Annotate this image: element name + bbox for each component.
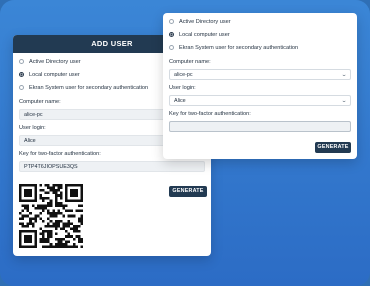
secondary-dialog: Active Directory user Local computer use… <box>163 13 357 159</box>
key-value: PTP4T6JIOPSUE3QS <box>24 163 78 170</box>
chevron-down-icon[interactable]: ⌄ <box>341 72 347 78</box>
computer-name-value: alice-pc <box>174 71 193 78</box>
generate-button[interactable]: GENERATE <box>169 186 207 197</box>
option-label: Ekran System user for secondary authenti… <box>179 44 299 51</box>
key-field[interactable]: PTP4T6JIOPSUE3QS <box>19 161 205 172</box>
option-label: Ekran System user for secondary authenti… <box>29 84 149 91</box>
option-label: Active Directory user <box>179 18 231 25</box>
option-active-directory[interactable]: Active Directory user <box>169 15 351 28</box>
user-login-value: Alice <box>174 97 186 104</box>
option-ekran-user[interactable]: Ekran System user for secondary authenti… <box>169 41 351 54</box>
radio-selected-icon[interactable] <box>169 32 174 37</box>
key-label: Key for two-factor authentication: <box>169 111 251 117</box>
radio-icon[interactable] <box>19 85 24 90</box>
chevron-down-icon[interactable]: ⌄ <box>341 98 347 104</box>
radio-icon[interactable] <box>169 45 174 50</box>
radio-icon[interactable] <box>19 59 24 64</box>
qr-code-icon <box>19 184 83 248</box>
option-label: Local computer user <box>179 31 230 38</box>
radio-icon[interactable] <box>169 19 174 24</box>
background: ADD USER Active Directory user Local com… <box>0 0 370 286</box>
user-login-label: User login: <box>169 85 196 91</box>
user-login-select[interactable]: Alice ⌄ <box>169 95 351 106</box>
option-label: Active Directory user <box>29 58 81 65</box>
computer-name-label: Computer name: <box>169 59 211 65</box>
computer-name-select[interactable]: alice-pc ⌄ <box>169 69 351 80</box>
generate-button[interactable]: GENERATE <box>315 142 351 153</box>
user-login-value: Alice <box>24 137 36 144</box>
radio-selected-icon[interactable] <box>19 72 24 77</box>
option-label: Local computer user <box>29 71 80 78</box>
key-field[interactable] <box>169 121 351 132</box>
option-local-user[interactable]: Local computer user <box>169 28 351 41</box>
computer-name-value: alice-pc <box>24 111 43 118</box>
